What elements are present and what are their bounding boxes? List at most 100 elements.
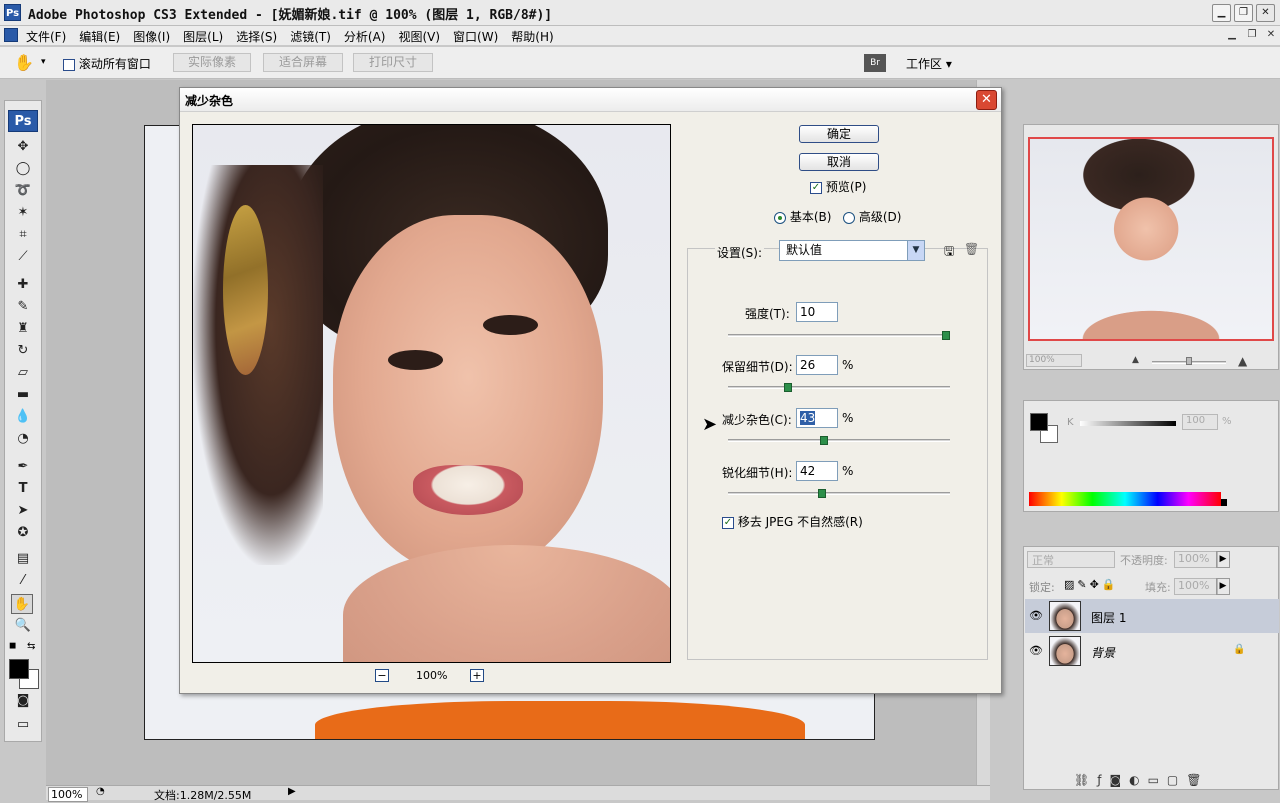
fill-field[interactable]: 100% <box>1174 578 1218 595</box>
layer-row[interactable]: 👁 图层 1 <box>1025 599 1279 633</box>
screen-mode-icon[interactable]: ▭ <box>12 715 34 735</box>
crop-tool-icon[interactable]: ⌗ <box>12 225 34 245</box>
preserve-details-slider-track[interactable] <box>728 386 950 389</box>
delete-settings-icon[interactable]: 🗑 <box>964 242 979 256</box>
zoom-in-button[interactable]: + <box>470 669 484 682</box>
default-colors-icon[interactable]: ◼ <box>9 641 16 651</box>
fill-arrow-icon[interactable]: ▶ <box>1216 578 1230 595</box>
opacity-arrow-icon[interactable]: ▶ <box>1216 551 1230 568</box>
doc-minimize-icon[interactable]: ▁ <box>1224 29 1240 40</box>
reduce-color-noise-slider-thumb[interactable] <box>820 436 829 445</box>
cancel-button[interactable]: 取消 <box>799 153 879 171</box>
zoom-tool-icon[interactable]: 🔍 <box>12 616 34 636</box>
sharpen-details-field[interactable]: 42 <box>796 461 838 481</box>
blend-mode-dropdown[interactable]: 正常 <box>1027 551 1115 568</box>
marquee-tool-icon[interactable]: ◯ <box>12 159 34 179</box>
navigator-thumbnail[interactable] <box>1028 137 1274 341</box>
menu-item[interactable]: 滤镜(T) <box>290 28 331 45</box>
layers-footer-icons[interactable]: ⛓ƒ◙◐▭▢🗑 <box>1074 773 1209 787</box>
magic-wand-tool-icon[interactable]: ✶ <box>12 203 34 223</box>
move-tool-icon[interactable]: ✥ <box>12 137 34 157</box>
color-foreground-swatch[interactable] <box>1030 413 1048 431</box>
color-black-chip[interactable] <box>1221 499 1227 506</box>
minimize-button[interactable]: ▁ <box>1212 4 1231 22</box>
menu-item[interactable]: 编辑(E) <box>79 28 120 45</box>
tool-preset-chevron-icon[interactable]: ▾ <box>41 57 46 67</box>
navigator-zoom-field[interactable]: 100% <box>1026 354 1082 367</box>
print-size-button[interactable]: 打印尺寸 <box>353 53 433 72</box>
reduce-color-noise-field[interactable]: 43 <box>796 408 838 428</box>
document-menu-icon[interactable] <box>4 28 18 42</box>
preview-option[interactable]: ✓ 预览(P) <box>810 178 866 195</box>
shape-tool-icon[interactable]: ✪ <box>12 523 34 543</box>
mode-advanced-option[interactable]: 高级(D) <box>843 208 901 225</box>
gradient-tool-icon[interactable]: ▬ <box>12 385 34 405</box>
sharpen-details-slider-thumb[interactable] <box>817 489 826 498</box>
menu-item[interactable]: 视图(V) <box>398 28 440 45</box>
preview-checkbox[interactable]: ✓ <box>810 181 822 194</box>
preserve-details-slider-thumb[interactable] <box>783 383 792 392</box>
actual-pixels-button[interactable]: 实际像素 <box>173 53 251 72</box>
status-info-icon[interactable]: ◔ <box>96 786 105 797</box>
doc-restore-icon[interactable]: ❐ <box>1244 29 1260 40</box>
restore-button[interactable]: ❐ <box>1234 4 1253 22</box>
close-button[interactable]: ✕ <box>1256 4 1275 22</box>
navigator-zoom-in-icon[interactable]: ▲ <box>1238 354 1247 368</box>
brush-tool-icon[interactable]: ✎ <box>12 297 34 317</box>
mode-advanced-radio[interactable] <box>843 211 855 224</box>
zoom-out-button[interactable]: − <box>375 669 389 682</box>
strength-slider-track[interactable] <box>728 334 950 337</box>
layer-row[interactable]: 👁 背景 🔒 <box>1025 634 1279 668</box>
quick-mask-icon[interactable]: ◙ <box>12 691 34 711</box>
settings-dropdown[interactable]: 默认值 ▼ <box>779 240 925 261</box>
eyedropper-tool-icon[interactable]: ⁄ <box>12 571 34 591</box>
remove-jpeg-artifact-option[interactable]: ✓ 移去 JPEG 不自然感(R) <box>722 513 863 530</box>
menu-item[interactable]: 分析(A) <box>344 28 386 45</box>
dialog-close-button[interactable]: ✕ <box>976 90 997 110</box>
color-k-slider[interactable] <box>1080 421 1176 426</box>
fit-screen-button[interactable]: 适合屏幕 <box>263 53 343 72</box>
hand-tool-active-icon[interactable]: ✋ <box>11 594 33 614</box>
bridge-icon[interactable]: Br <box>864 54 886 72</box>
save-settings-icon[interactable]: 🖫 <box>944 242 954 263</box>
dialog-title-bar[interactable]: 减少杂色 <box>180 88 1001 112</box>
notes-tool-icon[interactable]: ▤ <box>12 549 34 569</box>
swap-colors-icon[interactable]: ⇆ <box>27 641 35 652</box>
eraser-tool-icon[interactable]: ▱ <box>12 363 34 383</box>
sharpen-details-slider-track[interactable] <box>728 492 950 495</box>
mode-basic-radio[interactable] <box>774 211 786 224</box>
hand-tool-icon[interactable]: ✋ <box>14 53 34 72</box>
slice-tool-icon[interactable]: ⟋ <box>12 247 34 267</box>
remove-jpeg-checkbox[interactable]: ✓ <box>722 516 734 529</box>
menu-item[interactable]: 文件(F) <box>26 28 66 45</box>
eye-icon[interactable]: 👁 <box>1029 609 1043 623</box>
reduce-color-noise-slider-track[interactable] <box>728 439 950 442</box>
doc-close-icon[interactable]: ✕ <box>1263 29 1279 40</box>
navigator-zoom-out-icon[interactable]: ▲ <box>1132 355 1139 365</box>
clone-stamp-tool-icon[interactable]: ♜ <box>12 319 34 339</box>
path-selection-tool-icon[interactable]: ➤ <box>12 501 34 521</box>
status-arrow-icon[interactable]: ▶ <box>288 786 296 797</box>
ok-button[interactable]: 确定 <box>799 125 879 143</box>
preview-image[interactable] <box>192 124 671 663</box>
menu-item[interactable]: 图像(I) <box>133 28 170 45</box>
scroll-all-checkbox[interactable] <box>63 58 75 71</box>
pen-tool-icon[interactable]: ✒ <box>12 457 34 477</box>
strength-slider-thumb[interactable] <box>942 331 950 340</box>
healing-brush-tool-icon[interactable]: ✚ <box>12 275 34 295</box>
menu-item[interactable]: 选择(S) <box>236 28 277 45</box>
menu-item[interactable]: 帮助(H) <box>511 28 553 45</box>
navigator-zoom-thumb[interactable] <box>1186 357 1192 365</box>
dodge-tool-icon[interactable]: ◔ <box>12 429 34 449</box>
menu-item[interactable]: 窗口(W) <box>453 28 498 45</box>
eye-icon[interactable]: 👁 <box>1029 644 1043 658</box>
preserve-details-field[interactable]: 26 <box>796 355 838 375</box>
lock-icons[interactable]: ▨✎✥🔒 <box>1064 578 1119 591</box>
mode-basic-option[interactable]: 基本(B) <box>774 208 831 225</box>
blur-tool-icon[interactable]: 💧 <box>12 407 34 427</box>
workspace-menu[interactable]: 工作区 ▾ <box>906 55 952 72</box>
menu-item[interactable]: 图层(L) <box>183 28 223 45</box>
foreground-color-swatch[interactable] <box>9 659 29 679</box>
lasso-tool-icon[interactable]: ➰ <box>12 181 34 201</box>
history-brush-tool-icon[interactable]: ↻ <box>12 341 34 361</box>
